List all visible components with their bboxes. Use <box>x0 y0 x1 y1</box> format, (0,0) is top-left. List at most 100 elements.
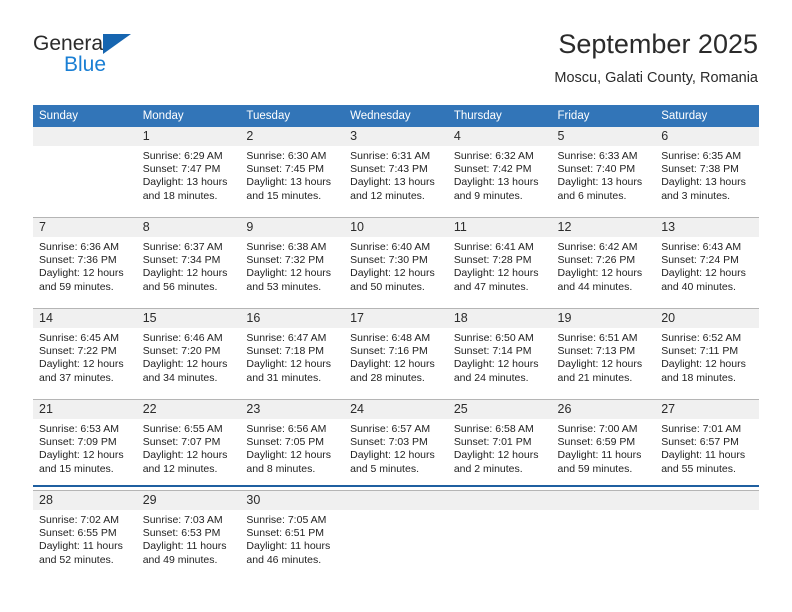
day-details <box>655 510 759 514</box>
day-cell[interactable]: 15 Sunrise: 6:46 AM Sunset: 7:20 PM Dayligh… <box>136 308 241 400</box>
day-cell[interactable]: 13 Sunrise: 6:43 AM Sunset: 7:24 PM Dayligh… <box>655 217 759 309</box>
day-detail-line: Daylight: 11 hours <box>246 540 331 553</box>
day-cell[interactable]: 8 Sunrise: 6:37 AM Sunset: 7:34 PM Daylight… <box>136 217 241 309</box>
day-cell[interactable]: 27 Sunrise: 7:01 AM Sunset: 6:57 PM Dayligh… <box>655 399 759 491</box>
day-detail-line: Sunset: 7:40 PM <box>557 163 636 176</box>
day-cell-empty <box>551 490 656 581</box>
day-detail-line: and 18 minutes. <box>142 189 218 202</box>
day-cell[interactable]: 28 Sunrise: 7:02 AM Sunset: 6:55 PM Dayligh… <box>33 490 137 581</box>
day-detail-line: Daylight: 12 hours <box>39 358 124 371</box>
day-number: 12 <box>551 218 656 237</box>
day-detail-line: Sunset: 7:18 PM <box>246 345 325 358</box>
day-cell[interactable]: 16 Sunrise: 6:47 AM Sunset: 7:18 PM Dayligh… <box>240 308 345 400</box>
day-number: 15 <box>136 309 241 328</box>
day-detail-line: Daylight: 11 hours <box>557 449 642 462</box>
day-details: Sunrise: 6:48 AM Sunset: 7:16 PM Daylight:… <box>344 328 448 385</box>
day-cell-inner: 19 Sunrise: 6:51 AM Sunset: 7:13 PM Dayligh… <box>551 309 656 399</box>
day-cell[interactable]: 18 Sunrise: 6:50 AM Sunset: 7:14 PM Dayligh… <box>447 308 552 400</box>
day-cell-inner <box>33 127 137 217</box>
day-details: Sunrise: 6:42 AM Sunset: 7:26 PM Daylight:… <box>552 237 656 294</box>
day-details: Sunrise: 6:36 AM Sunset: 7:36 PM Daylight:… <box>33 237 137 294</box>
generalblue-logo[interactable]: General Blue <box>33 32 233 80</box>
day-number <box>33 127 137 146</box>
day-cell-inner: 5 Sunrise: 6:33 AM Sunset: 7:40 PM Daylight… <box>551 127 656 217</box>
day-cell[interactable]: 26 Sunrise: 7:00 AM Sunset: 6:59 PM Dayligh… <box>551 399 656 491</box>
day-cell-inner: 12 Sunrise: 6:42 AM Sunset: 7:26 PM Dayligh… <box>551 218 656 308</box>
day-cell[interactable]: 1 Sunrise: 6:29 AM Sunset: 7:47 PM Daylight… <box>136 127 241 218</box>
day-cell[interactable]: 10 Sunrise: 6:40 AM Sunset: 7:30 PM Dayligh… <box>344 217 448 309</box>
day-detail-line: Sunset: 6:53 PM <box>142 527 221 540</box>
day-details: Sunrise: 7:02 AM Sunset: 6:55 PM Daylight:… <box>33 510 137 567</box>
day-cell[interactable]: 14 Sunrise: 6:45 AM Sunset: 7:22 PM Dayligh… <box>33 308 137 400</box>
day-detail-line: Sunrise: 6:41 AM <box>453 241 534 253</box>
calendar-page: General Blue September 2025 Moscu, Galat… <box>0 0 792 612</box>
day-cell[interactable]: 3 Sunrise: 6:31 AM Sunset: 7:43 PM Daylight… <box>344 127 448 218</box>
day-number: 24 <box>344 400 448 419</box>
day-detail-line: Sunset: 7:07 PM <box>142 436 221 449</box>
day-cell-inner: 15 Sunrise: 6:46 AM Sunset: 7:20 PM Dayligh… <box>136 309 241 399</box>
day-cell[interactable]: 17 Sunrise: 6:48 AM Sunset: 7:16 PM Dayligh… <box>344 308 448 400</box>
day-cell[interactable]: 12 Sunrise: 6:42 AM Sunset: 7:26 PM Dayligh… <box>551 217 656 309</box>
day-cell[interactable]: 24 Sunrise: 6:57 AM Sunset: 7:03 PM Dayligh… <box>344 399 448 491</box>
day-detail-line: Sunrise: 6:45 AM <box>39 332 119 344</box>
day-cell[interactable]: 2 Sunrise: 6:30 AM Sunset: 7:45 PM Daylight… <box>240 127 345 218</box>
day-cell[interactable]: 23 Sunrise: 6:56 AM Sunset: 7:05 PM Dayligh… <box>240 399 345 491</box>
day-cell[interactable]: 6 Sunrise: 6:35 AM Sunset: 7:38 PM Daylight… <box>655 127 759 218</box>
day-details: Sunrise: 6:58 AM Sunset: 7:01 PM Daylight:… <box>448 419 552 476</box>
weekday-header-tuesday: Tuesday <box>240 105 345 127</box>
day-detail-line: Daylight: 12 hours <box>557 267 643 280</box>
day-cell[interactable]: 11 Sunrise: 6:41 AM Sunset: 7:28 PM Dayligh… <box>447 217 552 309</box>
day-detail-line: Daylight: 13 hours <box>142 176 228 189</box>
day-cell-inner: 9 Sunrise: 6:38 AM Sunset: 7:32 PM Daylight… <box>240 218 345 308</box>
day-cell-inner: 27 Sunrise: 7:01 AM Sunset: 6:57 PM Dayligh… <box>655 400 759 490</box>
day-detail-line: and 37 minutes. <box>39 371 114 384</box>
day-number: 25 <box>447 400 552 419</box>
day-detail-line: and 53 minutes. <box>246 280 322 293</box>
day-detail-line: Sunrise: 6:55 AM <box>142 423 223 435</box>
day-detail-line: Daylight: 12 hours <box>246 358 332 371</box>
day-detail-line: Sunset: 7:09 PM <box>39 436 117 449</box>
day-cell[interactable]: 7 Sunrise: 6:36 AM Sunset: 7:36 PM Daylight… <box>33 217 137 309</box>
day-cell[interactable]: 20 Sunrise: 6:52 AM Sunset: 7:11 PM Dayligh… <box>655 308 759 400</box>
day-detail-line: Sunset: 7:03 PM <box>350 436 428 449</box>
day-detail-line: Daylight: 12 hours <box>350 449 435 462</box>
day-cell-inner: 13 Sunrise: 6:43 AM Sunset: 7:24 PM Dayligh… <box>655 218 759 308</box>
day-number: 17 <box>344 309 448 328</box>
day-detail-line: Sunrise: 6:46 AM <box>142 332 223 344</box>
day-detail-line: and 47 minutes. <box>453 280 529 293</box>
day-number: 30 <box>240 491 345 510</box>
day-detail-line: Sunset: 6:51 PM <box>246 527 325 540</box>
day-number: 3 <box>344 127 448 146</box>
day-cell[interactable]: 22 Sunrise: 6:55 AM Sunset: 7:07 PM Dayligh… <box>136 399 241 491</box>
day-detail-line: Sunset: 7:14 PM <box>453 345 532 358</box>
day-cell[interactable]: 4 Sunrise: 6:32 AM Sunset: 7:42 PM Daylight… <box>447 127 552 218</box>
day-detail-line: and 12 minutes. <box>350 189 425 202</box>
day-cell[interactable]: 19 Sunrise: 6:51 AM Sunset: 7:13 PM Dayligh… <box>551 308 656 400</box>
day-cell-empty <box>655 490 759 581</box>
calendar-body: 1 Sunrise: 6:29 AM Sunset: 7:47 PM Daylight… <box>33 127 759 581</box>
day-cell-inner: 29 Sunrise: 7:03 AM Sunset: 6:53 PM Dayligh… <box>136 491 241 581</box>
day-number: 23 <box>240 400 345 419</box>
day-detail-line: Sunrise: 7:03 AM <box>142 514 223 526</box>
weekday-header-sunday: Sunday <box>33 105 137 127</box>
day-detail-line: and 50 minutes. <box>350 280 425 293</box>
logo-triangle-icon <box>103 34 131 54</box>
day-details: Sunrise: 6:31 AM Sunset: 7:43 PM Daylight:… <box>344 146 448 203</box>
day-detail-line: Sunrise: 6:31 AM <box>350 150 431 162</box>
day-cell[interactable]: 30 Sunrise: 7:05 AM Sunset: 6:51 PM Dayligh… <box>240 490 345 581</box>
day-detail-line: Daylight: 12 hours <box>39 267 124 280</box>
day-detail-line: Sunset: 7:11 PM <box>661 345 739 358</box>
day-details: Sunrise: 6:32 AM Sunset: 7:42 PM Daylight:… <box>448 146 552 203</box>
day-cell[interactable]: 29 Sunrise: 7:03 AM Sunset: 6:53 PM Dayligh… <box>136 490 241 581</box>
day-cell[interactable]: 25 Sunrise: 6:58 AM Sunset: 7:01 PM Dayligh… <box>447 399 552 491</box>
day-detail-line: Daylight: 13 hours <box>661 176 746 189</box>
day-detail-line: Sunrise: 6:42 AM <box>557 241 638 253</box>
day-detail-line: Daylight: 13 hours <box>246 176 332 189</box>
day-cell[interactable]: 21 Sunrise: 6:53 AM Sunset: 7:09 PM Dayligh… <box>33 399 137 491</box>
day-cell[interactable]: 5 Sunrise: 6:33 AM Sunset: 7:40 PM Daylight… <box>551 127 656 218</box>
day-number: 11 <box>447 218 552 237</box>
day-detail-line: Sunset: 7:45 PM <box>246 163 325 176</box>
day-cell[interactable]: 9 Sunrise: 6:38 AM Sunset: 7:32 PM Daylight… <box>240 217 345 309</box>
weekday-header-wednesday: Wednesday <box>344 105 448 127</box>
day-number: 16 <box>240 309 345 328</box>
